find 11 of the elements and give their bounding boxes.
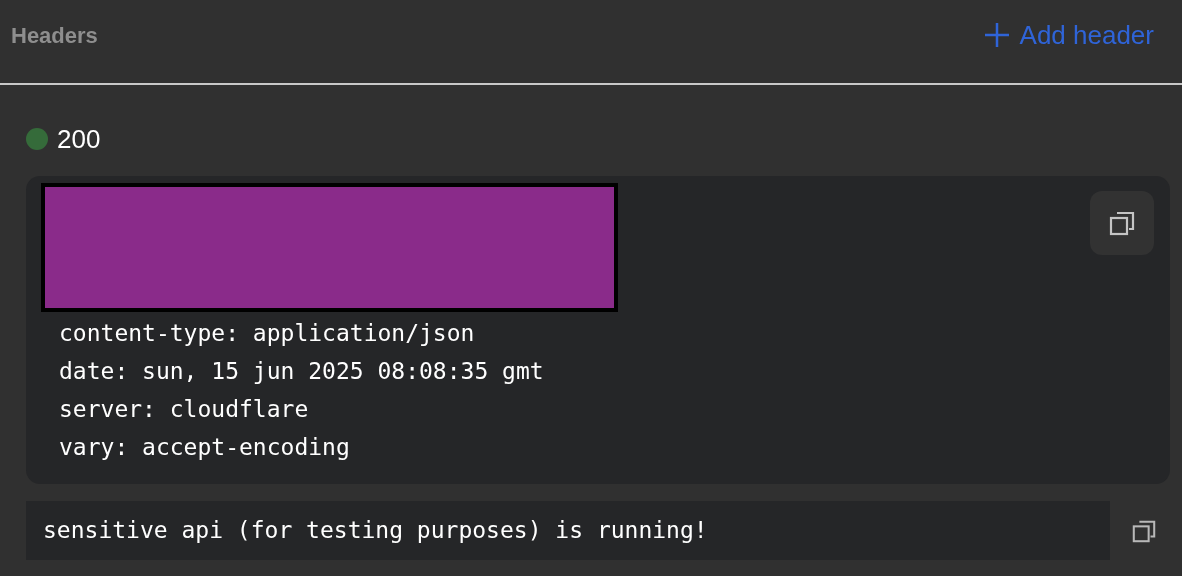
status-code: 200: [57, 122, 101, 156]
header-line: date: sun, 15 jun 2025 08:08:35 gmt: [58, 357, 545, 386]
header-line: content-type: application/json: [58, 319, 476, 348]
section-title: Headers: [11, 21, 98, 50]
plus-icon: [983, 22, 1010, 48]
copy-button[interactable]: [1090, 191, 1154, 255]
add-header-button[interactable]: Add header: [983, 15, 1171, 55]
header-line: vary: accept-encoding: [58, 433, 351, 462]
response-body: sensitive api (for testing purposes) is running!: [26, 501, 1110, 560]
copy-icon: [1108, 209, 1136, 237]
header-line: server: cloudflare: [58, 395, 310, 424]
